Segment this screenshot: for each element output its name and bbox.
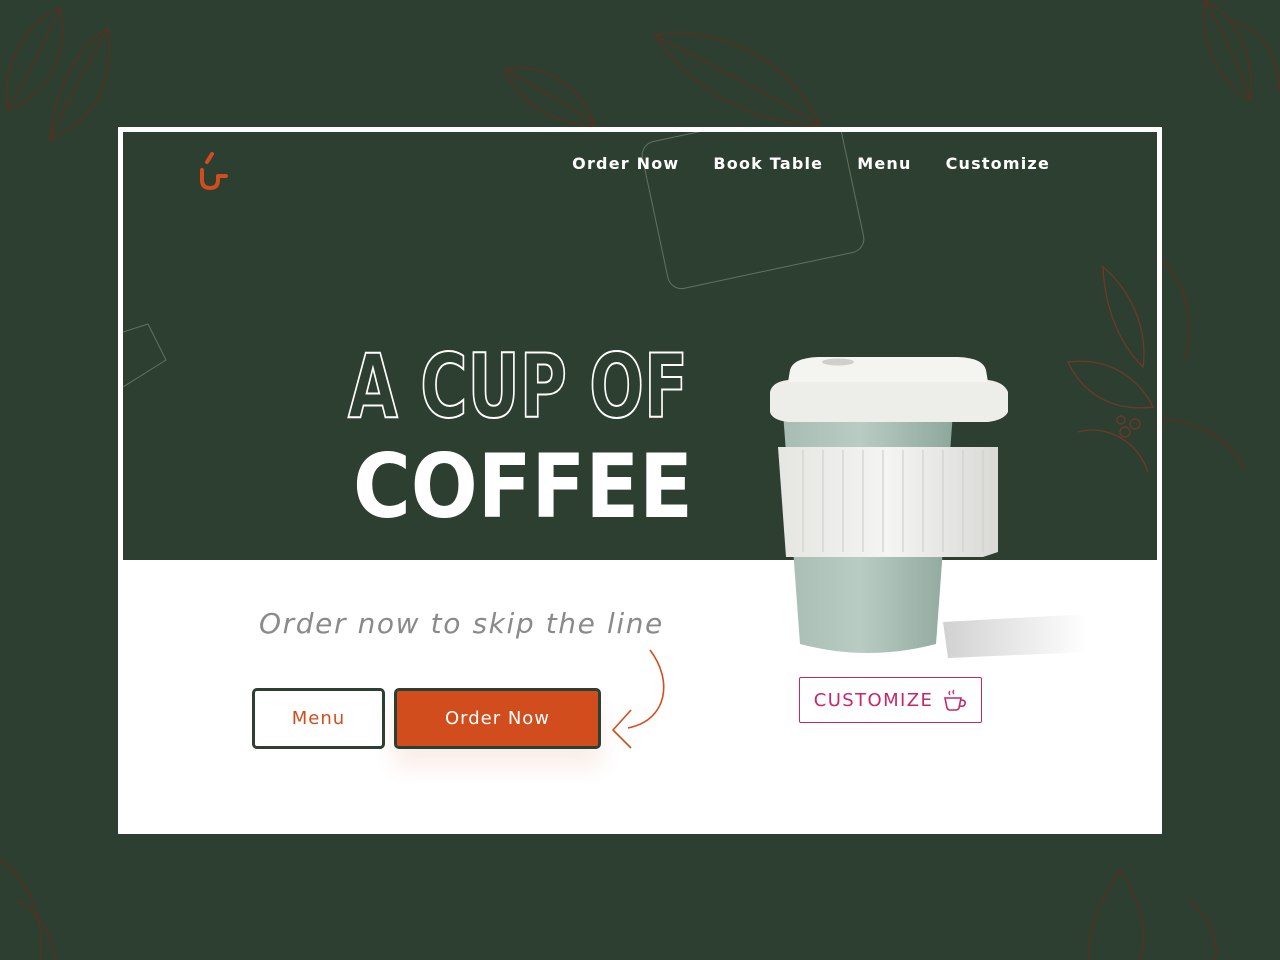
order-now-button[interactable]: Order Now [394, 688, 601, 749]
landing-page-card: Order Now Book Table Menu Customize A CU… [118, 127, 1162, 834]
curved-arrow-icon [612, 649, 665, 749]
nav-customize[interactable]: Customize [946, 154, 1050, 173]
cup-logo-icon[interactable] [196, 150, 230, 190]
customize-label: CUSTOMIZE [813, 689, 934, 711]
nav-menu[interactable]: Menu [857, 154, 911, 173]
coffee-cup-image [770, 357, 1088, 658]
coffee-cup-icon [944, 689, 967, 711]
nav-book-table[interactable]: Book Table [713, 154, 823, 173]
customize-button[interactable]: CUSTOMIZE [799, 677, 982, 723]
nav-order-now[interactable]: Order Now [572, 154, 679, 173]
headline-line-2: COFFEE [353, 435, 693, 538]
headline-line-1: A CUP OF [348, 335, 688, 438]
hero-subline: Order now to skip the line [259, 607, 664, 640]
menu-button[interactable]: Menu [252, 688, 385, 749]
main-nav: Order Now Book Table Menu Customize [572, 154, 1050, 173]
